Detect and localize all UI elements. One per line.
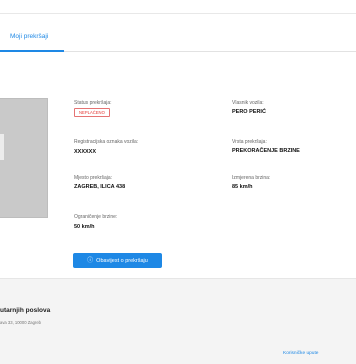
tab-my-violations[interactable]: Moji prekršaji — [0, 22, 64, 52]
footer-address: ava 33, 10000 Zagreb — [0, 320, 41, 325]
violation-photo — [0, 98, 48, 218]
footer-title: utarnjih poslova — [0, 307, 51, 314]
tab-my-violations-label: Moji prekršaji — [10, 33, 49, 40]
status-badge: NEPLAĆENO — [74, 108, 110, 117]
speed-limit-label: Ograničenje brzine: — [74, 214, 118, 220]
owner-label: Vlasnik vozila: — [232, 100, 264, 106]
info-icon: ⓘ — [87, 257, 94, 264]
status-label: Status prekršaja: — [74, 100, 112, 106]
violation-type-value: PREKORAČENJE BRZINE — [232, 148, 300, 154]
registration-label: Registracijska oznaka vozila: — [74, 139, 139, 145]
measured-speed-value: 85 km/h — [232, 184, 253, 190]
owner-value: PERO PERIĆ — [232, 109, 266, 115]
violation-notice-button[interactable]: ⓘ Obavijest o prekršaju — [73, 253, 162, 268]
user-guide-link[interactable]: Korisničke upute — [283, 351, 318, 356]
photo-nav-handle[interactable] — [0, 134, 4, 160]
location-value: ZAGREB, ILICA 438 — [74, 184, 126, 190]
location-label: Mjesto prekršaja: — [74, 175, 113, 181]
speed-limit-value: 50 km/h — [74, 224, 95, 230]
violation-type-label: Vrsta prekršaja: — [232, 139, 267, 145]
violation-notice-label: Obavijest o prekršaju — [96, 257, 148, 264]
measured-speed-label: Izmjerena brzina: — [232, 175, 271, 181]
registration-value: XXXXXX — [74, 149, 97, 155]
footer: utarnjih poslova ava 33, 10000 Zagreb Ko… — [0, 278, 356, 364]
top-bar — [0, 0, 356, 14]
tab-bar: Moji prekršaji — [0, 22, 356, 52]
